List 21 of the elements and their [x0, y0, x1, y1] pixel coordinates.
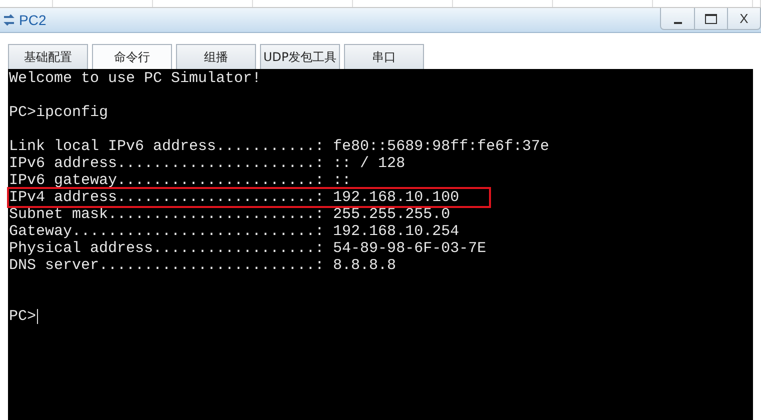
tab[interactable]: UDP发包工具: [260, 44, 340, 69]
tab[interactable]: 组播: [176, 44, 256, 69]
network-icon: [2, 13, 16, 27]
terminal-line: Gateway...........................: 192.168.10.254: [9, 223, 460, 240]
tab[interactable]: 串口: [344, 44, 424, 69]
terminal-line: Link local IPv6 address...........: fe80::5689:98ff:fe6f:37e: [9, 138, 550, 155]
window-title: PC2: [19, 12, 48, 28]
terminal-prompt: PC>: [9, 308, 36, 325]
minimize-icon: [674, 22, 682, 24]
tab[interactable]: 基础配置: [8, 44, 88, 69]
terminal-line: Welcome to use PC Simulator!: [9, 70, 262, 87]
text-cursor: [37, 309, 38, 324]
maximize-icon: [705, 14, 717, 24]
terminal-line: DNS server........................: 8.8.8.8: [9, 257, 396, 274]
tab[interactable]: 命令行: [92, 44, 172, 69]
terminal-line: PC>ipconfig: [9, 104, 108, 121]
terminal-line: IPv6 address......................: :: / 128: [9, 155, 406, 172]
terminal-line: Physical address..................: 54-89-98-6F-03-7E: [9, 240, 486, 257]
highlighted-line: IPv4 address......................: 192.168.10.100: [9, 189, 490, 206]
terminal-line: Subnet mask.......................: 255.255.255.0: [9, 206, 450, 223]
terminal-line: IPv6 gateway......................: ::: [9, 172, 352, 189]
